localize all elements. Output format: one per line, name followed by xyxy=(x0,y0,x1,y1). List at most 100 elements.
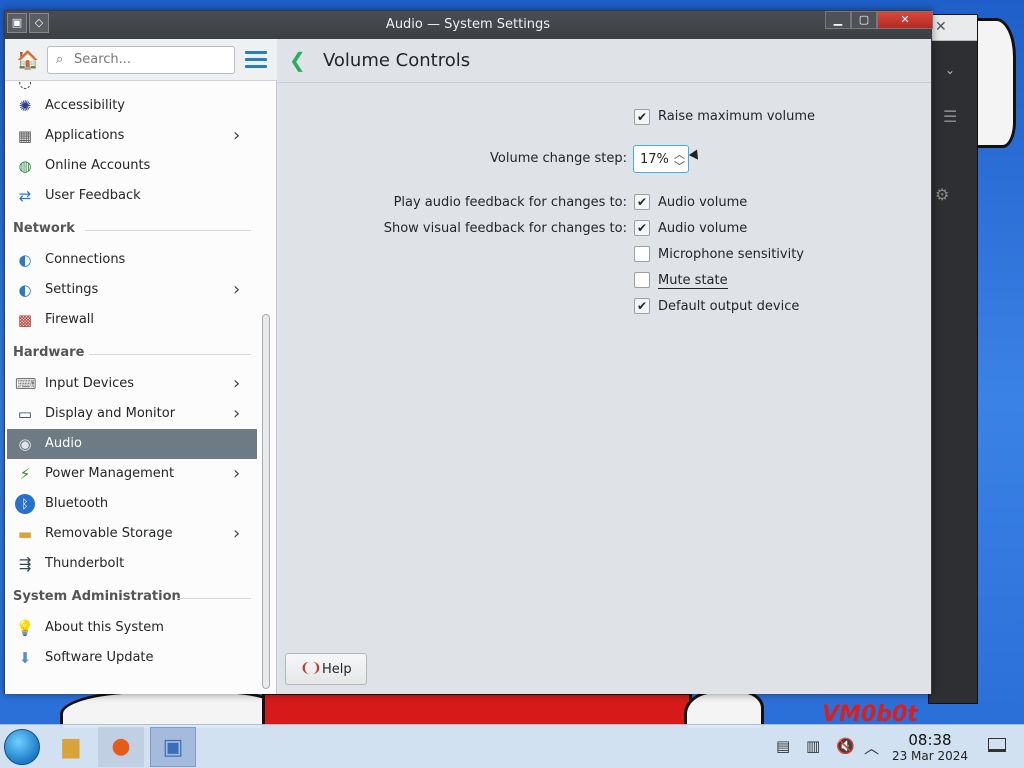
section-divider xyxy=(85,230,251,231)
sidebar-item-input-devices[interactable]: ⌨ Input Devices › xyxy=(7,369,257,399)
settings-window: ▣ ◇ Audio — System Settings ▁ ▢ ✕ 🏠 ⌕ ◌ … xyxy=(4,10,933,694)
applications-icon: ▦ xyxy=(17,127,33,145)
window-titlebar[interactable]: ▣ ◇ Audio — System Settings ▁ ▢ ✕ xyxy=(5,11,933,39)
volume-step-spinbox[interactable]: 17% ︿ ﹀ xyxy=(633,145,689,173)
firefox-icon[interactable]: ● xyxy=(98,727,144,767)
visual-feedback-microphone-label: Microphone sensitivity xyxy=(658,247,805,262)
sidebar-item-audio[interactable]: ◉ Audio xyxy=(7,429,257,459)
chevron-right-icon: › xyxy=(233,373,241,394)
clipboard-tray-icon[interactable]: ▥ xyxy=(806,737,820,755)
speaker-icon: ◉ xyxy=(18,435,32,453)
sidebar-item-label: Power Management xyxy=(45,466,175,481)
accessibility-icon: ✺ xyxy=(18,97,32,115)
sidebar-item-label: About this System xyxy=(45,620,164,635)
chevron-right-icon: › xyxy=(233,403,241,424)
online-accounts-icon: ◍ xyxy=(18,157,32,175)
close-icon[interactable]: ✕ xyxy=(935,19,947,35)
sidebar-item-removable-storage[interactable]: ▬ Removable Storage › xyxy=(7,519,257,549)
sidebar-item-software-update[interactable]: ⬇ Software Update xyxy=(7,643,257,673)
help-icon: ❨❩ xyxy=(300,661,322,676)
clock-time[interactable]: 08:38 xyxy=(898,731,962,749)
sidebar-item-label: Removable Storage xyxy=(45,526,173,541)
section-divider xyxy=(89,354,251,355)
sidebar-item-label: Accessibility xyxy=(45,98,125,113)
sidebar-item-user-feedback[interactable]: ⇄ User Feedback xyxy=(7,181,257,211)
globe-icon: ◐ xyxy=(18,281,32,299)
page-title: Volume Controls xyxy=(323,50,471,71)
back-arrow-icon[interactable]: ❮ xyxy=(289,48,306,72)
sidebar-scrollbar[interactable] xyxy=(262,314,270,689)
raise-max-volume-checkbox[interactable]: ✔ xyxy=(634,109,650,125)
keyboard-icon: ⌨ xyxy=(15,375,37,393)
sidebar-item-label: User Feedback xyxy=(45,188,141,203)
firewall-icon: ▩ xyxy=(17,311,33,329)
sidebar-item-label: Settings xyxy=(45,282,99,297)
sidebar-item-online-accounts[interactable]: ◍ Online Accounts xyxy=(7,151,257,181)
sidebar-item-connections[interactable]: ◐ Connections xyxy=(7,245,257,275)
sidebar-item-thunderbolt[interactable]: ⇶ Thunderbolt xyxy=(7,549,257,579)
sidebar-item-display-monitor[interactable]: ▭ Display and Monitor › xyxy=(7,399,257,429)
sidebar-item-label: Audio xyxy=(45,436,82,451)
sidebar-item-power-management[interactable]: ⚡ Power Management › xyxy=(7,459,257,489)
chevron-down-icon[interactable]: ﹀ xyxy=(674,158,685,174)
visual-feedback-mute-state-checkbox[interactable] xyxy=(634,272,650,288)
sidebar-item-bluetooth[interactable]: ᛒ Bluetooth xyxy=(7,489,257,519)
chevron-up-icon[interactable]: ︿ xyxy=(864,737,879,758)
raise-max-volume-label: Raise maximum volume xyxy=(658,109,816,124)
chevron-right-icon: › xyxy=(233,523,241,544)
globe-icon: ◐ xyxy=(18,251,32,269)
sidebar-item-label: Display and Monitor xyxy=(45,406,176,421)
system-settings-task-icon[interactable]: ▣ xyxy=(150,727,196,767)
mouse-cursor-icon xyxy=(688,149,703,163)
sidebar-item-label: Connections xyxy=(45,252,126,267)
sidebar-item-label: Input Devices xyxy=(45,376,135,391)
sidebar-item-applications[interactable]: ▦ Applications › xyxy=(7,121,257,151)
sidebar-item-label: Bluetooth xyxy=(45,496,109,511)
maximize-button[interactable]: ▢ xyxy=(851,11,877,29)
sidebar-item-about-system[interactable]: 💡 About this System xyxy=(7,613,257,643)
background-cloud-shape xyxy=(684,690,764,728)
section-divider xyxy=(177,598,251,599)
visual-feedback-default-output-checkbox[interactable]: ✔ xyxy=(634,298,650,314)
help-button[interactable]: ❨❩ Help xyxy=(285,653,367,685)
gear-icon[interactable]: ⚙ xyxy=(935,185,949,204)
updates-tray-icon[interactable]: ▤ xyxy=(776,737,790,755)
thunderbolt-icon: ⇶ xyxy=(18,555,32,573)
menu-icon[interactable]: ☰ xyxy=(943,107,957,126)
play-feedback-audio-volume-checkbox[interactable]: ✔ xyxy=(634,194,650,210)
content-header: ❮ Volume Controls xyxy=(277,39,931,83)
background-window-titlebar[interactable]: ✕ xyxy=(929,15,977,41)
chevron-down-icon[interactable]: ⌄ xyxy=(945,63,955,77)
show-desktop-icon[interactable] xyxy=(988,738,1006,752)
file-manager-icon[interactable]: ▆ xyxy=(48,727,94,767)
visual-feedback-mute-state-label: Mute state xyxy=(658,273,728,289)
folder-icon: ▬ xyxy=(17,525,33,543)
volume-step-value[interactable]: 17% xyxy=(640,152,669,167)
search-input[interactable] xyxy=(74,52,229,67)
window-title: Audio — System Settings xyxy=(385,17,551,32)
visual-feedback-audio-volume-label: Audio volume xyxy=(658,221,748,236)
search-icon: ⌕ xyxy=(56,52,64,67)
visual-feedback-audio-volume-checkbox[interactable]: ✔ xyxy=(634,220,650,236)
play-feedback-audio-volume-label: Audio volume xyxy=(658,195,748,210)
start-menu-button[interactable] xyxy=(4,729,40,765)
sidebar-item-network-settings[interactable]: ◐ Settings › xyxy=(7,275,257,305)
hamburger-menu-icon[interactable] xyxy=(245,51,267,69)
sidebar-item-accessibility[interactable]: ✺ Accessibility xyxy=(7,91,257,121)
search-field[interactable]: ⌕ xyxy=(47,46,235,74)
sidebar-item-firewall[interactable]: ▩ Firewall xyxy=(7,305,257,335)
sidebar-list: ◌ ✺ Accessibility ▦ Applications › ◍ Onl… xyxy=(5,81,257,694)
minimize-button[interactable]: ▁ xyxy=(825,11,851,29)
sidebar-item-label: Applications xyxy=(45,128,125,143)
volume-muted-tray-icon[interactable]: 🔇 xyxy=(836,737,855,755)
background-window[interactable]: ✕ ⌄ ☰ ⚙ xyxy=(928,14,978,704)
power-icon: ⚡ xyxy=(19,465,31,483)
clock-date[interactable]: 23 Mar 2024 xyxy=(886,749,974,763)
visual-feedback-microphone-checkbox[interactable] xyxy=(634,246,650,262)
close-button[interactable]: ✕ xyxy=(877,11,933,29)
monitor-icon: ▭ xyxy=(17,405,33,423)
home-icon[interactable]: 🏠 xyxy=(15,48,41,74)
lightbulb-icon: 💡 xyxy=(15,619,35,637)
background-cloud-shape xyxy=(60,690,280,728)
volume-step-label: Volume change step: xyxy=(490,151,627,166)
